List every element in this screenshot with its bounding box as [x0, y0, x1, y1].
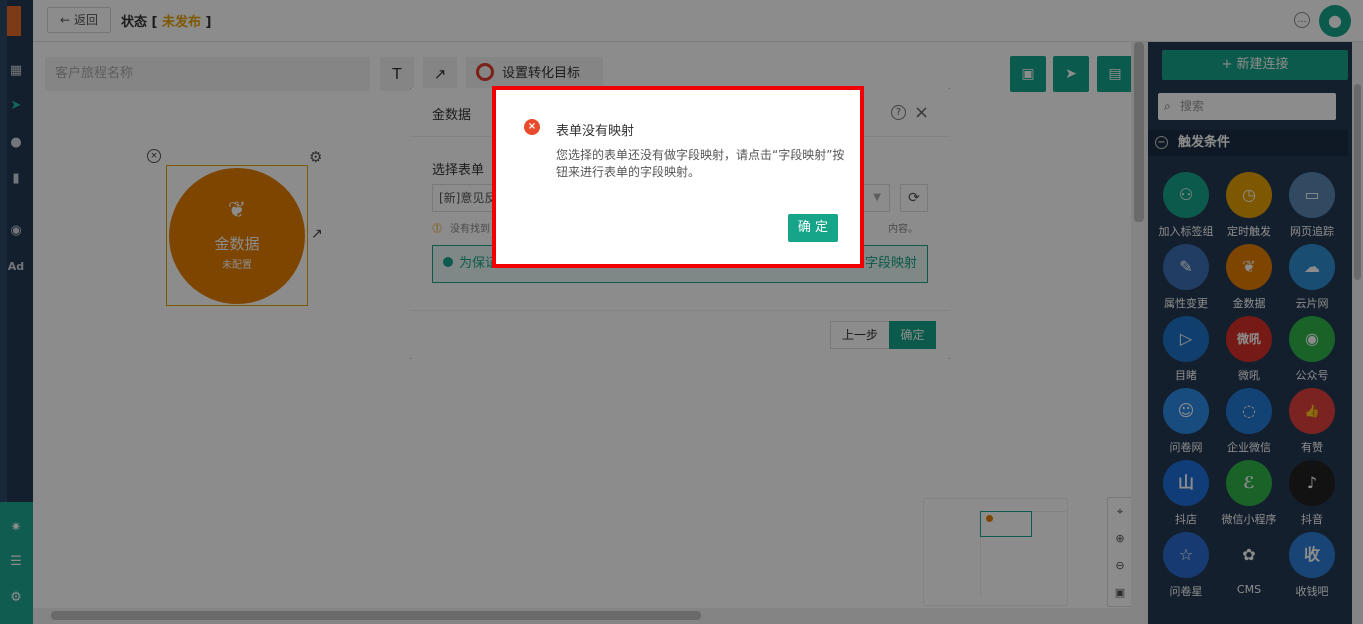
- alert-confirm-button[interactable]: 确 定: [788, 214, 838, 242]
- error-icon: ×: [524, 119, 540, 135]
- alert-dialog: × 表单没有映射 您选择的表单还没有做字段映射，请点击“字段映射”按钮来进行表单…: [492, 86, 864, 268]
- alert-message: 您选择的表单还没有做字段映射，请点击“字段映射”按钮来进行表单的字段映射。: [556, 148, 845, 179]
- app-root: ▦ ➤ ● ▮ ◉ Ad ✷ ☰ ⚙ ← 返回 状态 [ 未发布 ] … ● 客…: [0, 0, 1363, 624]
- alert-title: 表单没有映射: [556, 124, 635, 139]
